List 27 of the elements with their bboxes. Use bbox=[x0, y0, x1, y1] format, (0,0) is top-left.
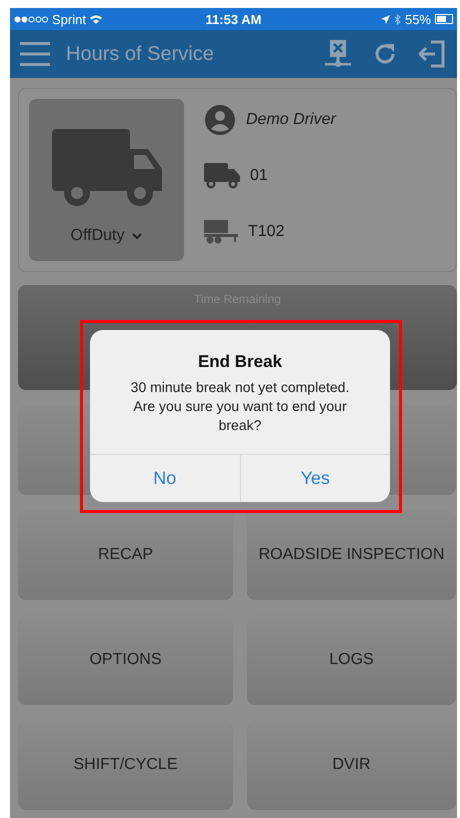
network-error-icon[interactable] bbox=[325, 39, 351, 69]
chevron-down-icon bbox=[132, 232, 142, 240]
screen-title: Hours of Service bbox=[66, 42, 215, 66]
signal-icon bbox=[14, 16, 48, 22]
truck-icon bbox=[204, 163, 240, 189]
dialog-message: 30 minute break not yet completed. Are you sure you want to end your break? bbox=[130, 378, 350, 435]
truck-icon bbox=[52, 129, 162, 209]
refresh-icon[interactable] bbox=[373, 42, 397, 66]
wifi-icon bbox=[90, 14, 102, 24]
battery-percent: 55% bbox=[404, 12, 431, 26]
logout-icon[interactable] bbox=[419, 40, 445, 68]
menu-icon[interactable] bbox=[20, 41, 50, 67]
dialog-button[interactable]: Yes bbox=[240, 455, 390, 502]
battery-icon bbox=[435, 14, 453, 24]
trailer-icon bbox=[204, 220, 238, 244]
clock-time: 11:53 AM bbox=[206, 12, 262, 26]
duty-status: OffDuty bbox=[70, 227, 124, 245]
duty-status-button[interactable]: OffDuty bbox=[29, 99, 184, 261]
driver-name: Demo Driver bbox=[246, 111, 336, 129]
location-icon bbox=[380, 14, 390, 24]
carrier-name: Sprint bbox=[52, 12, 86, 26]
dialog-button[interactable]: No bbox=[90, 455, 240, 502]
trailer-number: T102 bbox=[248, 223, 284, 241]
bluetooth-icon bbox=[394, 14, 401, 24]
user-icon bbox=[204, 104, 236, 136]
dialog-title: End Break bbox=[198, 352, 282, 372]
vehicle-number: 01 bbox=[250, 167, 268, 185]
